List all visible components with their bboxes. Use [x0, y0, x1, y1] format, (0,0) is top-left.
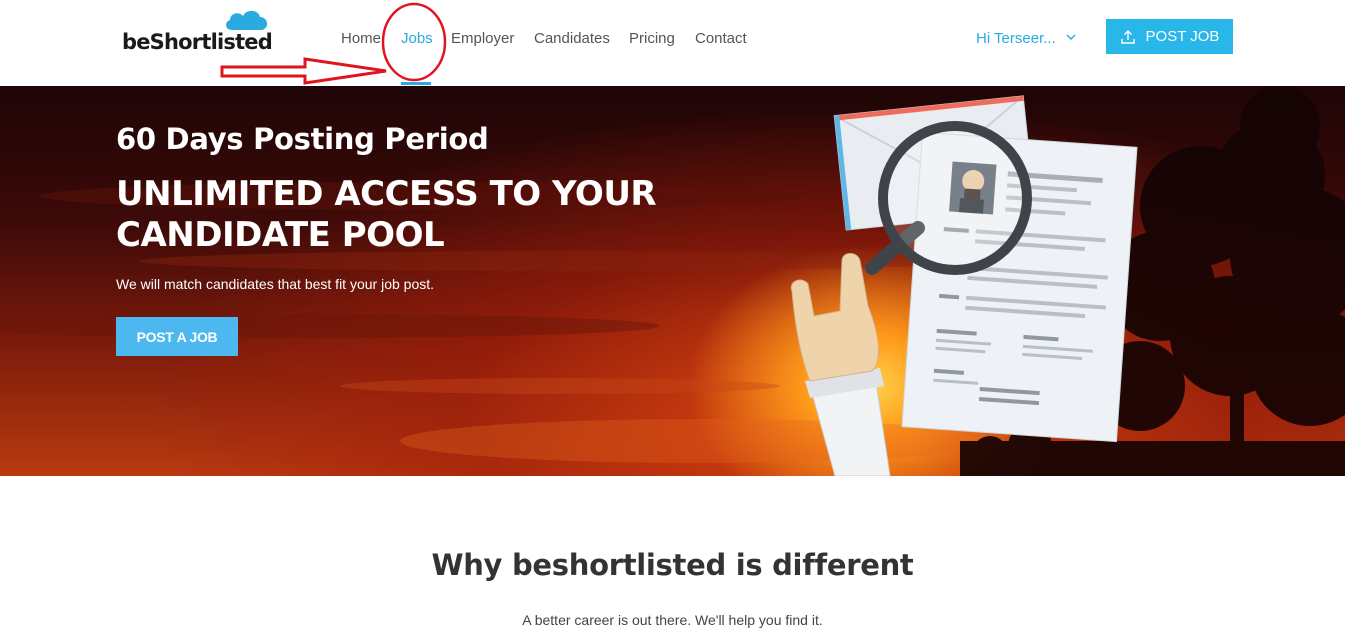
user-greeting: Hi Terseer...	[976, 30, 1056, 47]
nav-home[interactable]: Home	[341, 30, 381, 47]
upload-icon	[1120, 29, 1135, 44]
active-nav-indicator	[401, 82, 431, 85]
hero-description: We will match candidates that best fit y…	[116, 276, 435, 292]
post-a-job-button[interactable]: POST A JOB	[116, 317, 238, 356]
user-menu[interactable]: Hi Terseer...	[976, 30, 1076, 47]
hero-title: UNLIMITED ACCESS TO YOUR CANDIDATE POOL	[116, 174, 657, 255]
nav-candidates[interactable]: Candidates	[534, 30, 610, 47]
section-subtitle: A better career is out there. We'll help…	[522, 612, 823, 628]
site-logo[interactable]: beShortlisted	[122, 8, 282, 58]
post-job-label: POST JOB	[1145, 28, 1220, 45]
section-title: Why beshortlisted is different	[431, 548, 914, 582]
cloud-icon	[226, 10, 268, 30]
site-header: beShortlisted Home Jobs Employer Candida…	[0, 0, 1345, 86]
resume-magnifier-illustration	[790, 95, 1138, 476]
nav-employer[interactable]: Employer	[451, 30, 514, 47]
hero-banner: 60 Days Posting Period UNLIMITED ACCESS …	[0, 86, 1345, 476]
nav-jobs[interactable]: Jobs	[401, 30, 433, 47]
hero-subtitle: 60 Days Posting Period	[116, 122, 489, 156]
logo-text: beShortlisted	[122, 30, 273, 54]
post-job-button[interactable]: POST JOB	[1106, 19, 1233, 54]
nav-contact[interactable]: Contact	[695, 30, 747, 47]
chevron-down-icon	[1066, 34, 1076, 40]
nav-pricing[interactable]: Pricing	[629, 30, 675, 47]
